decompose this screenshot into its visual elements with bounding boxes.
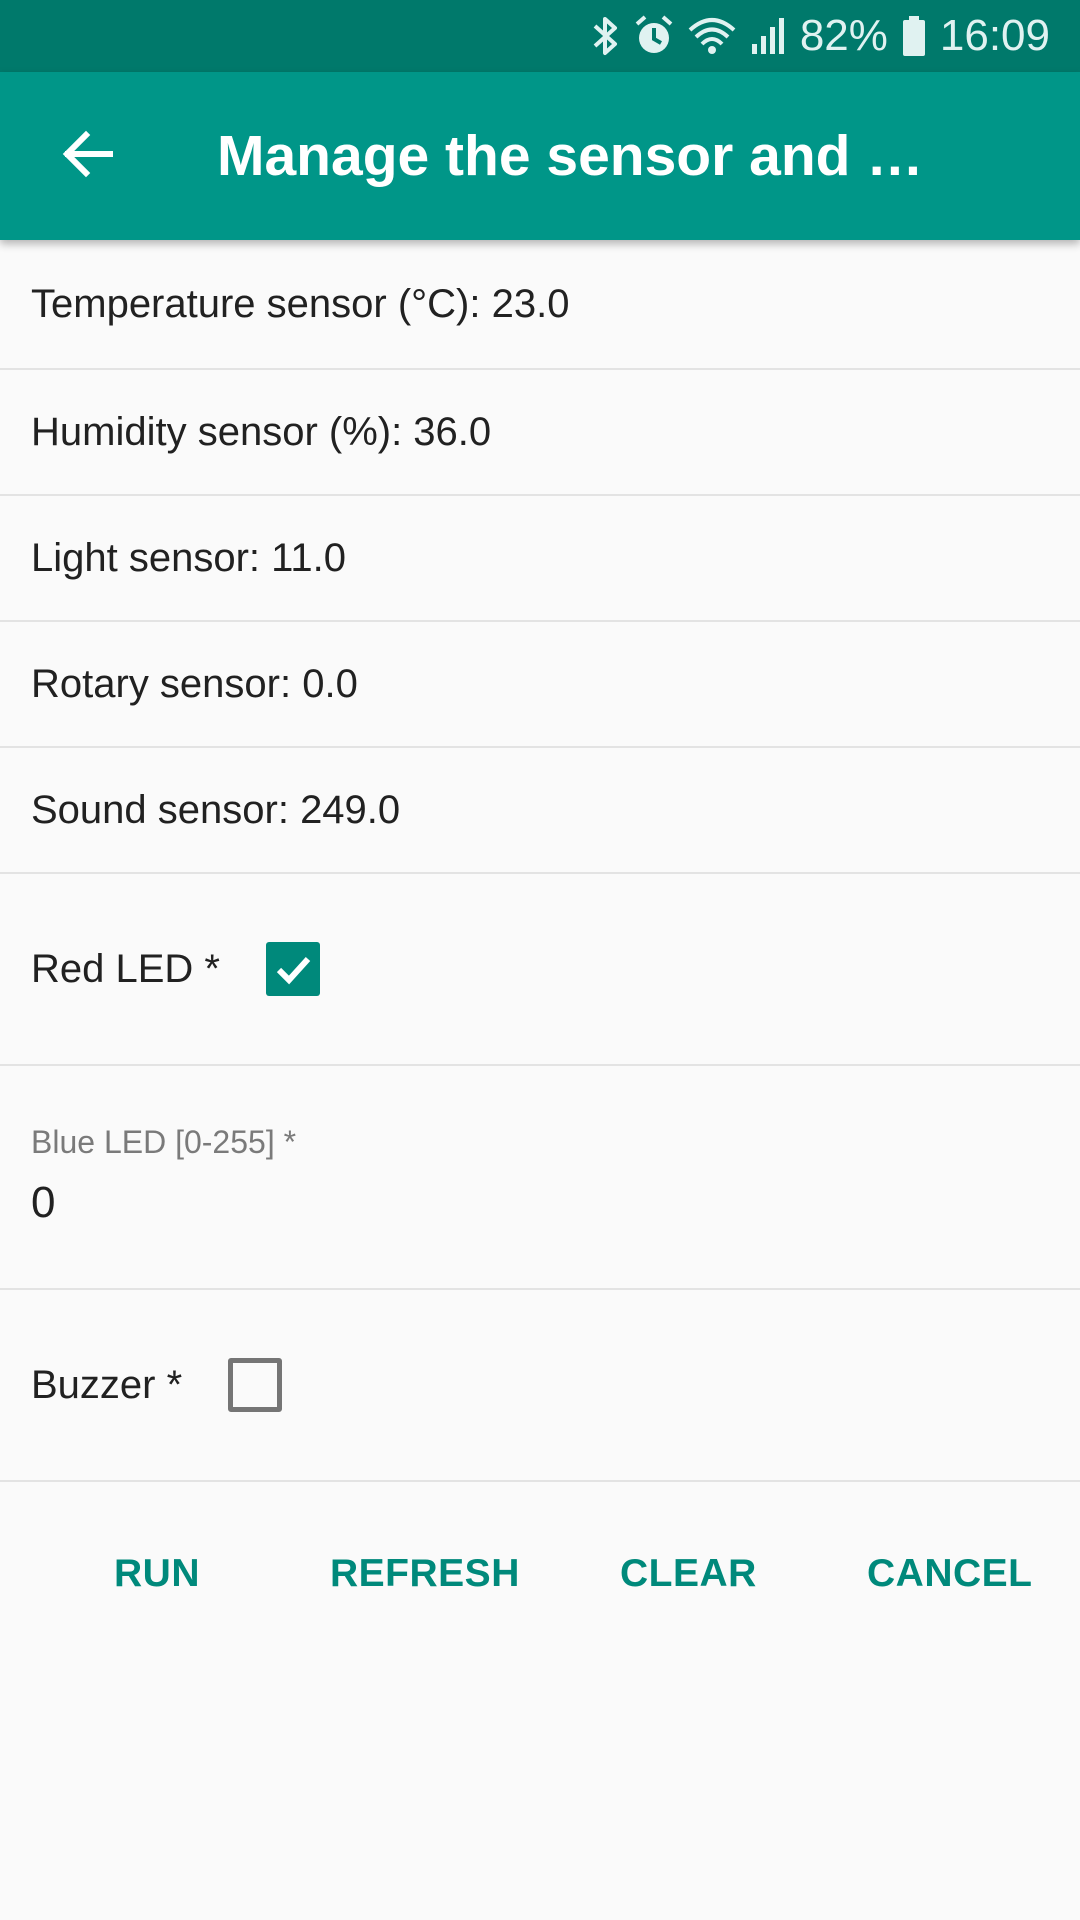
- run-button[interactable]: RUN: [114, 1534, 200, 1614]
- battery-icon: [902, 0, 926, 72]
- rotary-sensor-label: Rotary sensor: 0.0: [31, 661, 358, 706]
- bluetooth-icon: [592, 0, 620, 72]
- blue-led-field[interactable]: Blue LED [0-255] * 0: [0, 1066, 1080, 1290]
- back-button[interactable]: [40, 108, 136, 204]
- checkmark-icon: [276, 956, 311, 985]
- red-led-row: Red LED *: [0, 874, 1080, 1066]
- status-time: 16:09: [939, 11, 1050, 60]
- humidity-sensor-row: Humidity sensor (%): 36.0: [0, 370, 1080, 496]
- buzzer-row: Buzzer *: [0, 1290, 1080, 1482]
- refresh-button[interactable]: REFRESH: [330, 1534, 520, 1614]
- buzzer-checkbox[interactable]: [228, 1358, 283, 1412]
- blue-led-input[interactable]: 0: [31, 1178, 55, 1228]
- page-title: Manage the sensor and …: [217, 124, 924, 188]
- sensor-form: Temperature sensor (°C): 23.0 Humidity s…: [0, 240, 1080, 1672]
- sound-sensor-label: Sound sensor: 249.0: [31, 787, 401, 832]
- rotary-sensor-row: Rotary sensor: 0.0: [0, 622, 1080, 748]
- signal-icon: [750, 0, 786, 72]
- red-led-checkbox[interactable]: [265, 942, 320, 996]
- temperature-sensor-row: Temperature sensor (°C): 23.0: [0, 240, 1080, 370]
- clear-button[interactable]: CLEAR: [620, 1534, 757, 1614]
- blue-led-label: Blue LED [0-255] *: [31, 1124, 297, 1160]
- arrow-left-icon: [60, 126, 116, 187]
- alarm-icon: [634, 0, 674, 72]
- light-sensor-row: Light sensor: 11.0: [0, 496, 1080, 622]
- humidity-sensor-label: Humidity sensor (%): 36.0: [31, 409, 492, 454]
- sound-sensor-row: Sound sensor: 249.0: [0, 748, 1080, 874]
- light-sensor-label: Light sensor: 11.0: [31, 535, 347, 580]
- temperature-sensor-label: Temperature sensor (°C): 23.0: [31, 281, 570, 326]
- cancel-button[interactable]: CANCEL: [867, 1534, 1033, 1614]
- buzzer-label: Buzzer *: [31, 1362, 183, 1407]
- status-bar: 82% 16:09: [0, 0, 1080, 72]
- battery-percentage: 82%: [799, 11, 888, 60]
- app-bar: Manage the sensor and …: [0, 72, 1080, 240]
- action-bar: RUN REFRESH CLEAR CANCEL: [0, 1482, 1080, 1672]
- wifi-icon: [688, 0, 736, 72]
- red-led-label: Red LED *: [31, 946, 220, 991]
